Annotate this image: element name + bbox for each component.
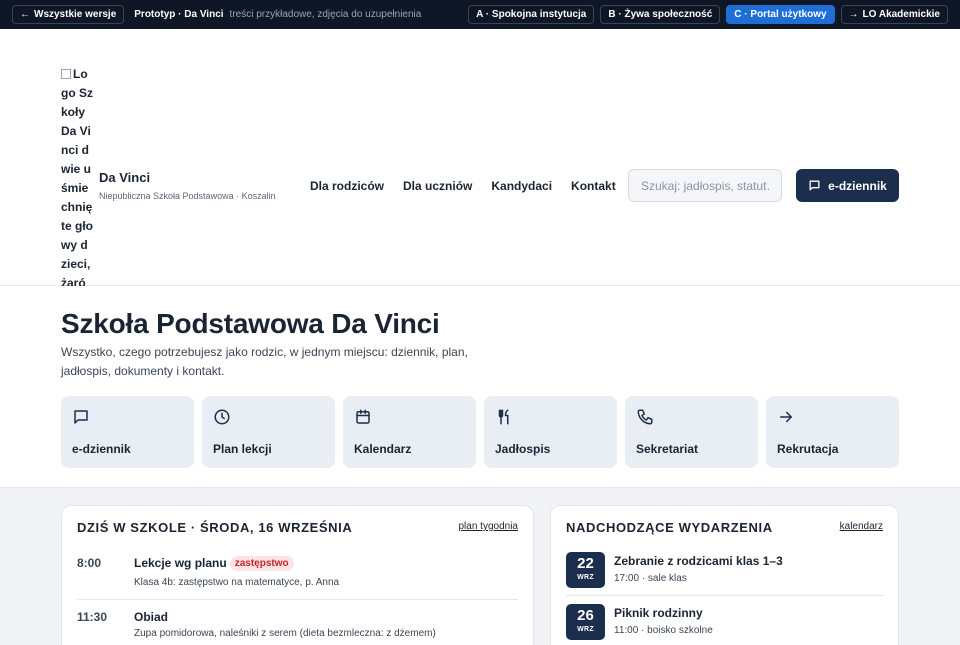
clock-icon xyxy=(214,409,230,425)
brand[interactable]: Da Vinci Niepubliczna Szkoła Podstawowa … xyxy=(99,170,276,201)
today-item-desc: Klasa 4b: zastępstwo na matematyce, p. A… xyxy=(134,577,340,588)
calendar-link[interactable]: kalendarz xyxy=(840,521,883,532)
nav-kandydaci[interactable]: Kandydaci xyxy=(491,179,552,193)
tile-label: Sekretariat xyxy=(636,442,699,456)
divider xyxy=(566,595,884,596)
tile-label: Jadłospis xyxy=(495,442,551,456)
page-title: Szkoła Podstawowa Da Vinci xyxy=(61,308,440,339)
today-item-title-text: Lekcje wg planu xyxy=(134,556,227,570)
arrow-right-icon xyxy=(780,411,792,423)
today-card: DZIŚ W SZKOLE · ŚRODA, 16 WRZEŚNIA plan … xyxy=(61,505,534,645)
today-item-time: 11:30 xyxy=(77,610,108,624)
lo-akademickie-link[interactable]: → LO Akademickie xyxy=(840,5,948,24)
event-date: 26 WRZ xyxy=(566,604,605,640)
tile-label: Plan lekcji xyxy=(213,442,272,456)
tile-label: Kalendarz xyxy=(354,442,412,456)
event-title: Piknik rodzinny xyxy=(614,606,703,620)
ediary-button[interactable]: e-dziennik xyxy=(796,169,899,202)
all-versions-button[interactable]: ← Wszystkie wersje xyxy=(12,5,125,24)
main-nav: Dla rodziców Dla uczniów Kandydaci Konta… xyxy=(310,179,616,193)
nav-kontakt[interactable]: Kontakt xyxy=(571,179,616,193)
hero-description: Wszystko, czego potrzebujesz jako rodzic… xyxy=(61,345,468,378)
event-date: 22 WRZ xyxy=(566,552,605,588)
divider xyxy=(77,599,518,600)
variant-a-button[interactable]: A · Spokojna instytucja xyxy=(468,5,595,24)
events-card: NADCHODZĄCE WYDARZENIA kalendarz 22 WRZ … xyxy=(550,505,899,645)
today-item-desc: Zupa pomidorowa, naleśniki z serem (diet… xyxy=(134,628,436,639)
brand-name: Da Vinci xyxy=(99,170,151,185)
logo-alt-text: Logo Szkoły Da Vinci dwie uśmiechnięte g… xyxy=(61,67,93,303)
tile-rekrutacja[interactable]: Rekrutacja xyxy=(766,396,899,468)
tile-plan-lekcji[interactable]: Plan lekcji xyxy=(202,396,335,468)
tile-sekretariat[interactable]: Sekretariat xyxy=(625,396,758,468)
tile-label: Rekrutacja xyxy=(777,442,839,456)
prototype-bar: ← Wszystkie wersje Prototyp · Da Vinci t… xyxy=(0,0,960,29)
event-month: WRZ xyxy=(577,574,594,581)
variant-b-button[interactable]: B · Żywa społeczność xyxy=(600,5,721,24)
today-item-title: Obiad xyxy=(134,610,169,624)
event-day: 26 xyxy=(577,607,594,624)
event-meta: 17:00 · sale klas xyxy=(614,573,687,584)
broken-image-icon xyxy=(61,69,71,79)
nav-dla-rodzicow[interactable]: Dla rodziców xyxy=(310,179,384,193)
calendar-icon xyxy=(356,409,370,424)
tile-label: e-dziennik xyxy=(72,442,131,456)
today-heading: DZIŚ W SZKOLE · ŚRODA, 16 WRZEŚNIA xyxy=(77,520,353,535)
arrow-right-icon: → xyxy=(848,9,859,20)
prototype-subtitle: treści przykładowe, zdjęcia do uzupełnie… xyxy=(229,9,422,20)
lo-akademickie-label: LO Akademickie xyxy=(862,9,940,20)
tile-kalendarz[interactable]: Kalendarz xyxy=(343,396,476,468)
nav-dla-uczniow[interactable]: Dla uczniów xyxy=(403,179,472,193)
tile-jadlospis[interactable]: Jadłospis xyxy=(484,396,617,468)
today-item-time: 8:00 xyxy=(77,556,102,570)
ediary-button-label: e-dziennik xyxy=(828,178,887,193)
site-header: Logo Szkoły Da Vinci dwie uśmiechnięte g… xyxy=(0,29,960,303)
events-heading: NADCHODZĄCE WYDARZENIA xyxy=(566,520,773,535)
event-month: WRZ xyxy=(577,626,594,633)
logo-broken-image[interactable]: Logo Szkoły Da Vinci dwie uśmiechnięte g… xyxy=(61,65,93,303)
arrow-left-icon: ← xyxy=(20,9,30,20)
hero-section: Szkoła Podstawowa Da Vinci Wszystko, cze… xyxy=(0,286,960,488)
brand-subtitle: Niepubliczna Szkoła Podstawowa · Koszali… xyxy=(99,191,276,201)
substitution-badge: zastępstwo xyxy=(229,556,294,571)
utensils-icon xyxy=(498,409,509,425)
quick-links: e-dziennik Plan lekcji Kalendarz Jadłosp… xyxy=(61,396,899,468)
phone-icon xyxy=(637,409,653,425)
today-item-title: Lekcje wg planu zastępstwo xyxy=(134,556,294,571)
event-meta: 11:00 · boisko szkolne xyxy=(614,625,713,636)
message-square-icon xyxy=(809,180,820,191)
all-versions-label: Wszystkie wersje xyxy=(34,9,117,20)
search-input[interactable] xyxy=(628,169,782,202)
prototype-title: Prototyp · Da Vinci xyxy=(134,9,224,20)
event-day: 22 xyxy=(577,555,594,572)
tile-e-dziennik[interactable]: e-dziennik xyxy=(61,396,194,468)
message-square-icon xyxy=(74,410,88,424)
week-plan-link[interactable]: plan tygodnia xyxy=(459,521,519,532)
event-title: Zebranie z rodzicami klas 1–3 xyxy=(614,554,783,568)
variant-c-button[interactable]: C · Portal użytkowy xyxy=(726,5,835,24)
